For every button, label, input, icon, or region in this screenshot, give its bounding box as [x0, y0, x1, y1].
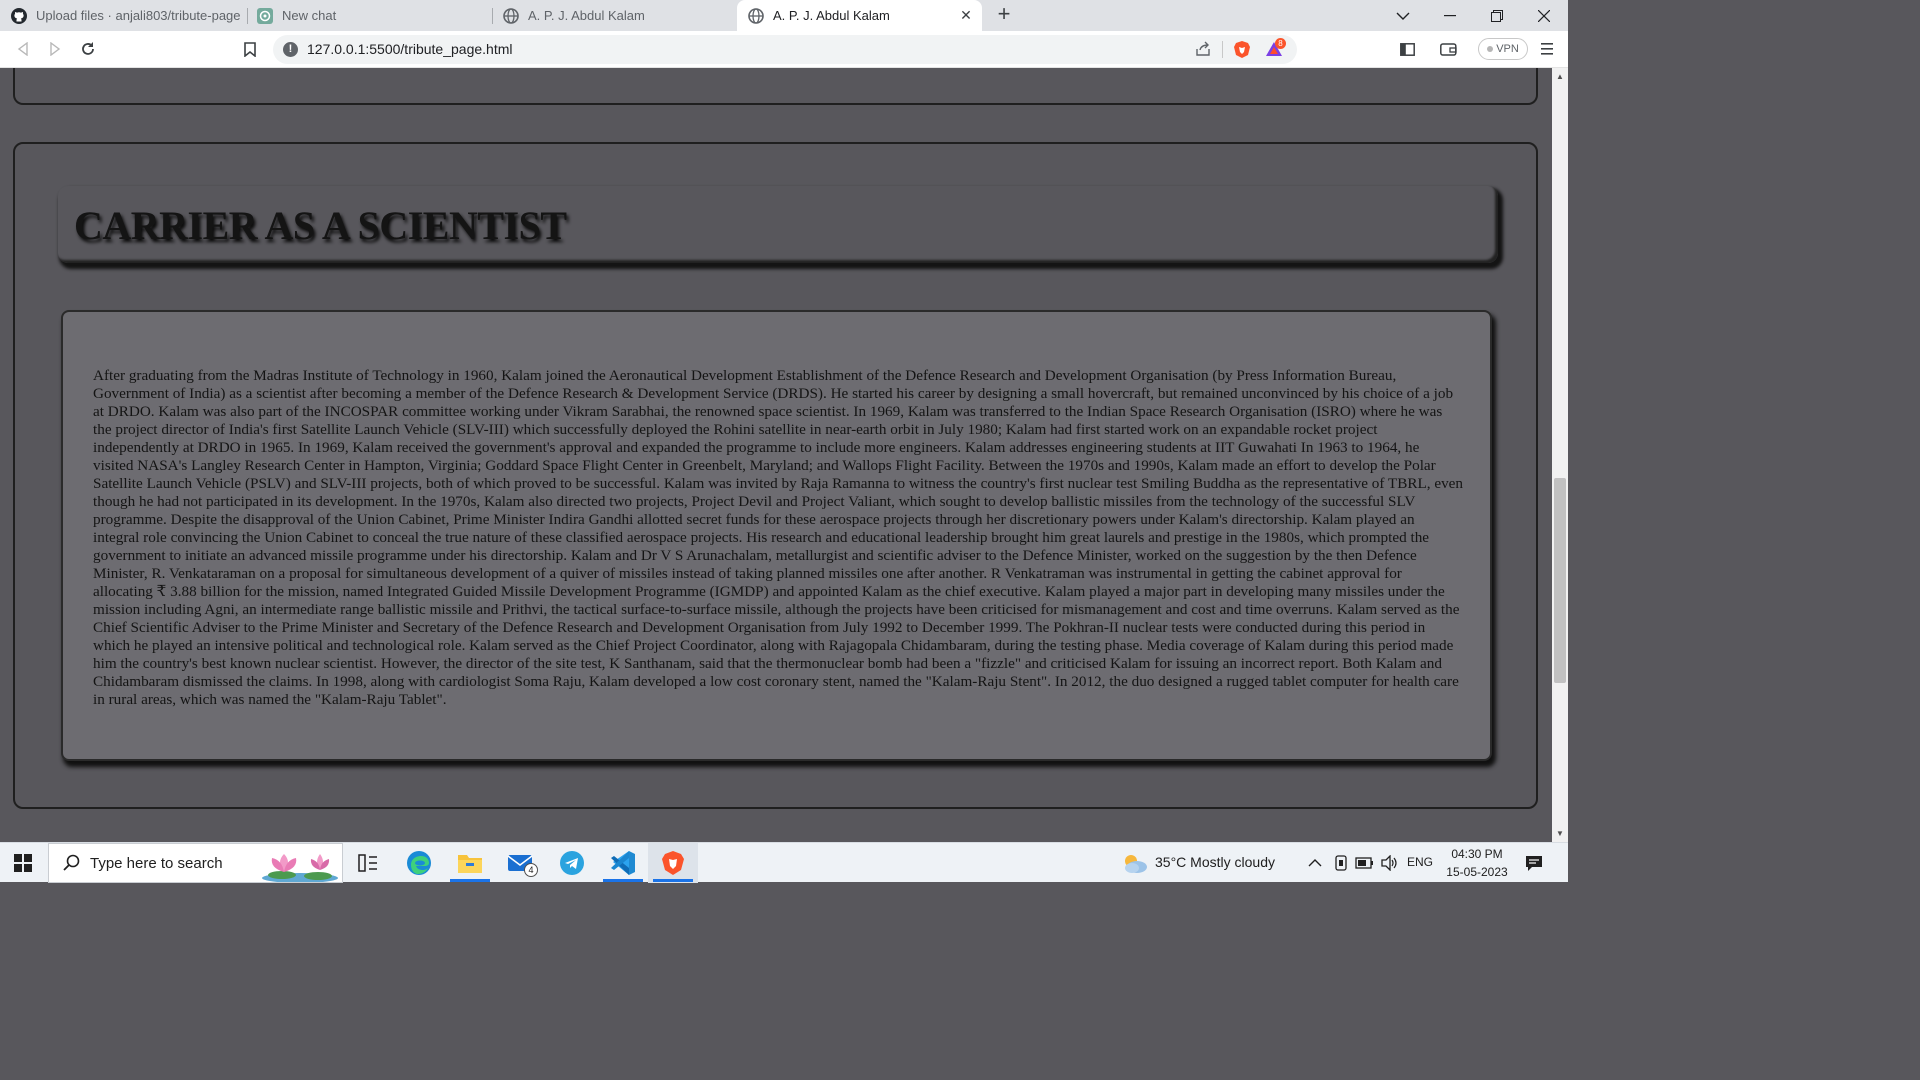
- tab-strip: Upload files · anjali803/tribute-page Ne…: [0, 0, 1568, 31]
- section-heading: CARRIER AS A SCIENTIST: [74, 203, 567, 248]
- new-tab-button[interactable]: +: [992, 3, 1016, 27]
- mail-icon[interactable]: 4: [496, 843, 546, 883]
- vpn-status-dot: [1487, 46, 1494, 52]
- tab-label: A. P. J. Abdul Kalam: [528, 8, 645, 23]
- task-view-icon[interactable]: [343, 843, 393, 883]
- brave-shields-icon[interactable]: [1233, 40, 1251, 64]
- github-icon: [11, 7, 27, 24]
- browser-toolbar: ! 127.0.0.1:5500/tribute_page.html 8 VPN: [0, 31, 1568, 68]
- scroll-thumb[interactable]: [1554, 478, 1566, 683]
- weather-cloud-icon[interactable]: [1121, 852, 1149, 879]
- close-window-button[interactable]: [1521, 0, 1567, 31]
- url-text[interactable]: 127.0.0.1:5500/tribute_page.html: [307, 41, 513, 57]
- share-icon[interactable]: [1195, 41, 1211, 62]
- mail-badge: 4: [524, 863, 538, 877]
- page-viewport: CARRIER AS A SCIENTIST After graduating …: [0, 68, 1552, 842]
- search-icon: [63, 854, 81, 877]
- globe-icon: [503, 7, 519, 24]
- scroll-down-arrow-icon[interactable]: ▼: [1556, 829, 1564, 838]
- taskbar-search-box[interactable]: Type here to search: [48, 843, 343, 883]
- edge-icon[interactable]: [394, 843, 444, 883]
- globe-icon: [748, 7, 764, 24]
- omnibox-divider: [1222, 41, 1223, 58]
- vscode-icon[interactable]: [598, 843, 648, 883]
- tray-device-icon[interactable]: [1334, 855, 1348, 876]
- notification-center-icon[interactable]: [1525, 854, 1543, 877]
- battery-icon[interactable]: [1355, 856, 1375, 874]
- windows-taskbar: Type here to search 4 35°C Mostly cloudy: [0, 842, 1568, 883]
- chatgpt-icon: [257, 7, 273, 24]
- file-explorer-icon[interactable]: [445, 843, 495, 883]
- scroll-up-arrow-icon[interactable]: ▲: [1556, 72, 1564, 81]
- windows-start-icon[interactable]: [14, 854, 32, 872]
- tab-label: New chat: [282, 8, 337, 23]
- clock-date: 15-05-2023: [1446, 865, 1508, 879]
- language-indicator[interactable]: ENG: [1407, 855, 1433, 869]
- minimize-button[interactable]: [1427, 0, 1473, 31]
- career-section: CARRIER AS A SCIENTIST After graduating …: [13, 142, 1538, 809]
- tab-search-chevron-icon[interactable]: [1380, 0, 1426, 31]
- tab-label: Upload files · anjali803/tribute-page: [36, 8, 241, 23]
- vpn-button[interactable]: VPN: [1478, 38, 1528, 60]
- reload-button[interactable]: [77, 38, 99, 60]
- tab-new-chat[interactable]: New chat: [246, 0, 492, 31]
- menu-icon[interactable]: [1536, 38, 1558, 60]
- search-placeholder: Type here to search: [90, 854, 223, 872]
- volume-icon[interactable]: [1381, 854, 1399, 876]
- vpn-label: VPN: [1496, 43, 1519, 55]
- weather-text[interactable]: 35°C Mostly cloudy: [1155, 854, 1275, 870]
- close-tab-icon[interactable]: ✕: [958, 7, 974, 23]
- page-scrollbar[interactable]: ▲ ▼: [1552, 68, 1568, 842]
- restore-button[interactable]: [1474, 0, 1520, 31]
- tray-chevron-up-icon[interactable]: [1308, 855, 1322, 873]
- tab-github[interactable]: Upload files · anjali803/tribute-page: [0, 0, 246, 31]
- tab-kalam-1[interactable]: A. P. J. Abdul Kalam: [492, 0, 738, 31]
- tab-kalam-active[interactable]: A. P. J. Abdul Kalam ✕: [737, 0, 982, 31]
- forward-button[interactable]: [44, 38, 66, 60]
- address-bar[interactable]: ! 127.0.0.1:5500/tribute_page.html 8: [273, 35, 1297, 64]
- section-heading-box: CARRIER AS A SCIENTIST: [58, 186, 1498, 263]
- lotus-search-highlight-icon: [260, 848, 340, 883]
- sidebar-toggle-icon[interactable]: [1396, 38, 1418, 60]
- back-button[interactable]: [12, 38, 34, 60]
- career-paragraph: After graduating from the Madras Institu…: [93, 367, 1464, 708]
- paragraph-box: After graduating from the Madras Institu…: [61, 310, 1492, 761]
- site-info-icon[interactable]: !: [283, 42, 298, 57]
- telegram-icon[interactable]: [547, 843, 597, 883]
- taskbar-clock[interactable]: 04:30 PM 15-05-2023: [1440, 845, 1514, 881]
- tab-label: A. P. J. Abdul Kalam: [773, 8, 890, 23]
- bookmark-icon[interactable]: [239, 38, 261, 60]
- brave-rewards-icon[interactable]: 8: [1265, 38, 1287, 64]
- rewards-badge: 8: [1275, 38, 1286, 49]
- clock-time: 04:30 PM: [1451, 847, 1503, 861]
- brave-taskbar-icon[interactable]: [648, 843, 698, 883]
- previous-section-box: [13, 68, 1538, 105]
- wallet-icon[interactable]: [1437, 38, 1459, 60]
